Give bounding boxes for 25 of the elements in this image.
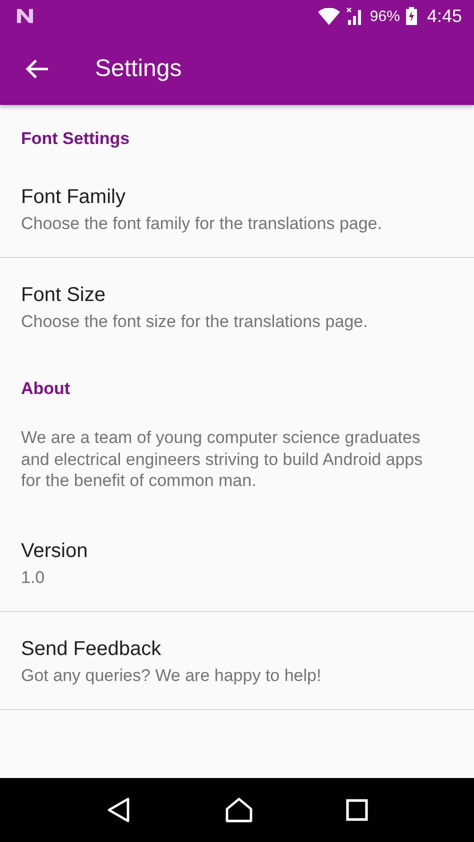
preference-item[interactable]: Font Size Choose the font size for the translations page.	[0, 258, 474, 355]
about-text: We are a team of young computer science graduates and electrical engineers striving to build Android apps for the benefit of common man.	[21, 427, 424, 492]
preference-summary: 1.0	[21, 566, 46, 588]
preference-item[interactable]: Version 1.0	[0, 514, 474, 612]
preference-title: Font Size	[21, 283, 106, 308]
preference-title: Version	[21, 538, 89, 564]
home-icon[interactable]	[224, 797, 253, 823]
clock: 4:45	[426, 6, 462, 26]
recents-icon[interactable]	[346, 799, 368, 821]
wifi-icon	[318, 8, 340, 24]
signal-icon	[346, 7, 364, 25]
preference-item[interactable]: Send Feedback Got any queries? We are happy to help!	[0, 612, 474, 710]
notification-icon	[16, 8, 34, 24]
preference-summary: Got any queries? We are happy to help!	[21, 664, 322, 686]
screen-title: Settings	[95, 54, 182, 82]
preference-summary: Choose the font family for the translations page.	[21, 213, 383, 235]
preference-title: Font Family	[21, 185, 126, 210]
back-arrow-icon[interactable]	[25, 58, 49, 78]
preference-title: Send Feedback	[21, 636, 162, 662]
section-header: Font Settings	[21, 129, 130, 148]
battery-percentage: 96%	[370, 8, 400, 24]
section-header: About	[21, 379, 70, 398]
preference-summary: Choose the font size for the translations page.	[21, 311, 369, 333]
preference-item[interactable]: Font Family Choose the font family for the translations page.	[0, 160, 474, 258]
battery-charging-icon	[406, 7, 417, 25]
